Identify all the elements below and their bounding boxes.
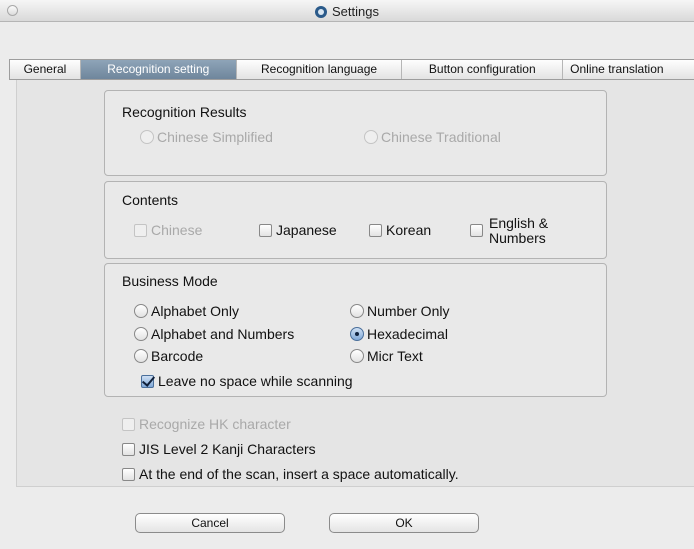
radio-alphabet-only[interactable]: Alphabet Only [134, 303, 239, 319]
radio-circle-icon [134, 349, 148, 363]
app-icon [315, 6, 327, 18]
radio-label: Hexadecimal [367, 326, 448, 342]
checkbox-leave-no-space[interactable]: Leave no space while scanning [141, 373, 353, 389]
checkbox-icon [369, 224, 382, 237]
checkbox-insert-space[interactable]: At the end of the scan, insert a space a… [122, 466, 459, 482]
checkbox-label: Leave no space while scanning [158, 373, 353, 389]
radio-barcode[interactable]: Barcode [134, 348, 203, 364]
checkbox-chinese[interactable]: Chinese [134, 222, 202, 238]
checkbox-label: At the end of the scan, insert a space a… [139, 466, 459, 482]
radio-label: Barcode [151, 348, 204, 364]
checkbox-icon [122, 418, 135, 431]
checkbox-english-numbers-label: English & Numbers [489, 216, 548, 246]
recognition-results-title: Recognition Results [122, 104, 247, 120]
tab-button-configuration[interactable]: Button configuration [402, 60, 564, 79]
radio-label: Chinese Simplified [157, 129, 273, 145]
checkbox-icon [259, 224, 272, 237]
radio-chinese-traditional[interactable]: Chinese Traditional [364, 129, 501, 145]
checkbox-icon [470, 224, 483, 237]
ok-button[interactable]: OK [329, 513, 479, 533]
tab-bar: General Recognition setting Recognition … [9, 59, 694, 80]
radio-chinese-simplified[interactable]: Chinese Simplified [140, 129, 273, 145]
radio-label: Alphabet and Numbers [151, 326, 295, 342]
checkbox-japanese[interactable]: Japanese [259, 222, 337, 238]
checkmark-icon [141, 375, 154, 388]
title-bar: Settings [0, 0, 694, 22]
radio-hexadecimal[interactable]: Hexadecimal [350, 326, 448, 342]
radio-label: Chinese Traditional [381, 129, 501, 145]
radio-circle-icon [350, 349, 364, 363]
checkbox-icon [122, 443, 135, 456]
radio-circle-icon [350, 304, 364, 318]
radio-circle-icon [134, 327, 148, 341]
checkbox-icon [122, 468, 135, 481]
checkbox-label: Chinese [151, 222, 203, 238]
radio-circle-icon [134, 304, 148, 318]
tab-general[interactable]: General [10, 60, 81, 79]
contents-title: Contents [122, 192, 179, 208]
checkbox-label: Korean [386, 222, 432, 238]
cancel-button[interactable]: Cancel [135, 513, 285, 533]
radio-selected-icon [350, 327, 364, 341]
radio-micr-text[interactable]: Micr Text [350, 348, 423, 364]
window-title: Settings [0, 4, 694, 19]
tab-online-translation[interactable]: Online translation [563, 60, 694, 79]
checkbox-recognize-hk[interactable]: Recognize HK character [122, 416, 291, 432]
checkbox-korean[interactable]: Korean [369, 222, 431, 238]
radio-number-only[interactable]: Number Only [350, 303, 449, 319]
label-line-2: Numbers [489, 230, 546, 246]
radio-circle-icon [364, 130, 378, 144]
radio-label: Alphabet Only [151, 303, 239, 319]
checkbox-label: Japanese [276, 222, 337, 238]
checkbox-label: JIS Level 2 Kanji Characters [139, 441, 316, 457]
checkbox-icon [134, 224, 147, 237]
tab-recognition-setting[interactable]: Recognition setting [80, 60, 237, 79]
checkbox-english-numbers[interactable] [470, 222, 487, 238]
checkbox-jis-kanji[interactable]: JIS Level 2 Kanji Characters [122, 441, 316, 457]
radio-alphabet-and-numbers[interactable]: Alphabet and Numbers [134, 326, 294, 342]
business-mode-title: Business Mode [122, 273, 218, 289]
label-line-1: English & [489, 215, 549, 231]
radio-label: Micr Text [367, 348, 423, 364]
tab-recognition-language[interactable]: Recognition language [237, 60, 403, 79]
radio-label: Number Only [367, 303, 450, 319]
window-title-text: Settings [332, 4, 379, 19]
checkbox-label: Recognize HK character [139, 416, 291, 432]
radio-circle-icon [140, 130, 154, 144]
